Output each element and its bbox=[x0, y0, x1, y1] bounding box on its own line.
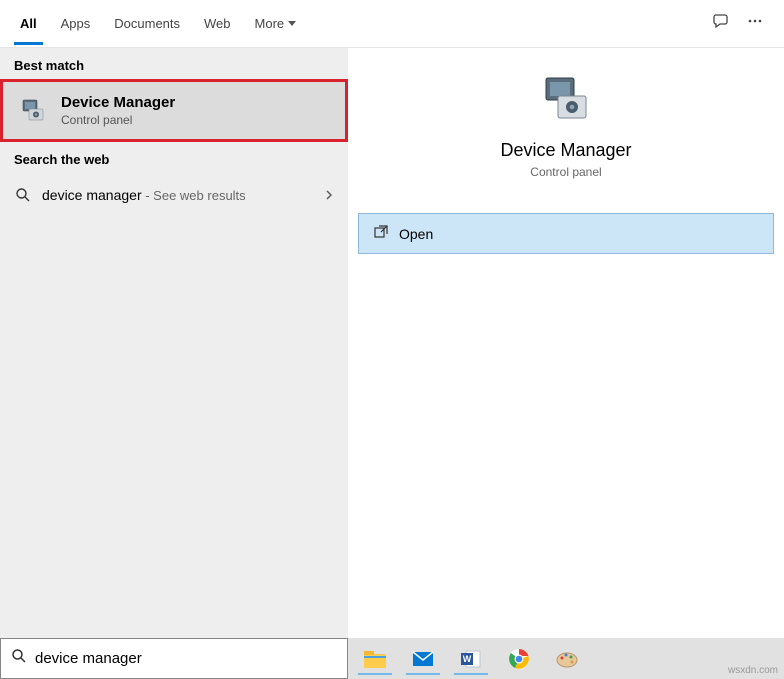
search-icon bbox=[14, 187, 32, 203]
watermark: wsxdn.com bbox=[728, 665, 778, 676]
tab-documents[interactable]: Documents bbox=[102, 2, 192, 45]
device-manager-icon bbox=[17, 95, 49, 127]
open-label: Open bbox=[399, 226, 433, 242]
open-icon bbox=[373, 224, 389, 243]
device-manager-icon bbox=[538, 72, 594, 128]
filter-tabs: All Apps Documents Web More bbox=[0, 0, 784, 48]
feedback-icon[interactable] bbox=[712, 12, 730, 35]
taskbar-paint[interactable] bbox=[546, 643, 588, 675]
web-search-result[interactable]: device manager - See web results bbox=[0, 173, 348, 217]
chevron-right-icon bbox=[324, 188, 334, 203]
chevron-down-icon bbox=[288, 21, 296, 26]
svg-text:W: W bbox=[463, 654, 472, 664]
ellipsis-icon[interactable] bbox=[746, 12, 764, 35]
web-suffix: - See web results bbox=[142, 188, 246, 203]
tab-more[interactable]: More bbox=[243, 2, 309, 45]
best-match-result[interactable]: Device Manager Control panel bbox=[0, 79, 348, 142]
tab-more-label: More bbox=[255, 16, 285, 31]
best-match-header: Best match bbox=[0, 48, 348, 79]
search-box[interactable] bbox=[0, 638, 348, 679]
taskbar-file-explorer[interactable] bbox=[354, 643, 396, 675]
best-match-title: Device Manager bbox=[61, 94, 331, 111]
preview-subtitle: Control panel bbox=[360, 165, 772, 179]
taskbar-word[interactable]: W bbox=[450, 643, 492, 675]
tab-all[interactable]: All bbox=[8, 2, 49, 45]
tab-web[interactable]: Web bbox=[192, 2, 243, 45]
tab-apps[interactable]: Apps bbox=[49, 2, 103, 45]
web-query: device manager bbox=[42, 187, 142, 203]
taskbar-chrome[interactable] bbox=[498, 643, 540, 675]
taskbar-mail[interactable] bbox=[402, 643, 444, 675]
results-panel: Best match Device Manager Control panel bbox=[0, 48, 348, 638]
preview-panel: Device Manager Control panel Open bbox=[348, 48, 784, 638]
open-button[interactable]: Open bbox=[358, 213, 774, 254]
search-input[interactable] bbox=[35, 650, 337, 667]
search-icon bbox=[11, 648, 27, 669]
best-match-subtitle: Control panel bbox=[61, 113, 331, 127]
taskbar: W bbox=[348, 638, 784, 679]
preview-title: Device Manager bbox=[360, 140, 772, 161]
search-web-header: Search the web bbox=[0, 142, 348, 173]
